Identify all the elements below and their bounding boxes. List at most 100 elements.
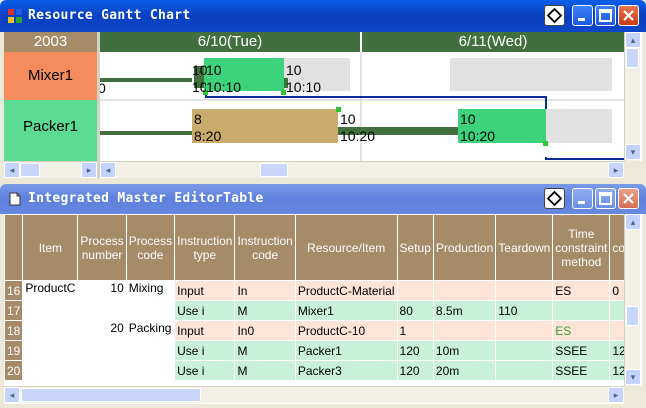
cell-instruction-type[interactable]: Use i: [174, 360, 236, 381]
editor-titlebar[interactable]: Integrated Master EditorTable: [0, 184, 646, 214]
resource-pane-hscrollbar[interactable]: ◂ ▸: [4, 161, 97, 178]
col-header-item[interactable]: Item: [22, 214, 79, 281]
cell-production[interactable]: 8.5m: [432, 300, 497, 321]
cell-teardown[interactable]: [495, 340, 554, 361]
editor-maximize-button[interactable]: [595, 188, 616, 209]
resource-pane-hthumb[interactable]: [20, 163, 40, 177]
col-header-teardown[interactable]: Teardown: [495, 214, 554, 281]
editor-diamond-button[interactable]: [544, 188, 565, 209]
row-number[interactable]: 16: [4, 280, 24, 301]
cell-resource[interactable]: ProductC-10: [294, 320, 398, 341]
cell-tc-min[interactable]: 120;C: [609, 360, 624, 381]
cell-instruction-type[interactable]: Use i: [174, 340, 236, 361]
cell-item[interactable]: ProductC: [22, 280, 79, 381]
editor-minimize-button[interactable]: [572, 188, 593, 209]
table-row[interactable]: 16 ProductC 10 Mixing Input In ProductC-…: [4, 280, 624, 381]
cell-tc-method[interactable]: [552, 300, 611, 321]
cell-instruction-code[interactable]: In0: [234, 320, 296, 341]
cell-resource[interactable]: Packer3: [294, 360, 398, 381]
cell-resource[interactable]: Mixer1: [294, 300, 398, 321]
resource-row-packer1[interactable]: Packer1: [4, 100, 97, 161]
cell-process-code[interactable]: Packing: [125, 320, 176, 381]
row-number[interactable]: 20: [4, 360, 24, 381]
scroll-right-button[interactable]: ▸: [81, 162, 97, 178]
editor-hscrollbar[interactable]: ◂ ▸: [4, 386, 624, 403]
cell-instruction-type[interactable]: Use i: [174, 300, 236, 321]
gantt-hthumb[interactable]: [260, 163, 288, 177]
gantt-hscrollbar[interactable]: ◂ ▸: [100, 161, 624, 178]
cell-tc-min[interactable]: 0: [609, 280, 624, 301]
gantt-vscrollbar[interactable]: ▴ ▾: [624, 32, 641, 161]
editor-close-button[interactable]: [618, 188, 639, 209]
cell-instruction-code[interactable]: M: [234, 360, 296, 381]
diamond-icon: [546, 190, 563, 207]
cell-tc-method[interactable]: ES: [552, 320, 611, 341]
scroll-up-button[interactable]: ▴: [625, 214, 641, 230]
scroll-down-button[interactable]: ▾: [625, 369, 641, 385]
cell-teardown[interactable]: [495, 360, 554, 381]
editor-hthumb[interactable]: [21, 388, 201, 402]
cell-resource[interactable]: ProductC-Material: [294, 280, 398, 301]
cell-process-code[interactable]: Mixing: [125, 280, 176, 321]
cell-instruction-code[interactable]: M: [234, 340, 296, 361]
cell-teardown[interactable]: [495, 320, 554, 341]
cell-instruction-type[interactable]: Input: [174, 320, 236, 341]
size-grip[interactable]: [624, 386, 642, 404]
scroll-right-button[interactable]: ▸: [608, 387, 624, 403]
editor-vscrollbar[interactable]: ▴ ▾: [624, 214, 641, 386]
cell-teardown[interactable]: [495, 280, 554, 301]
col-header-tc-min[interactable]: Time constraint MIN: [609, 214, 624, 281]
col-header-resource-item[interactable]: Resource/Item: [294, 214, 398, 281]
col-header-process-code[interactable]: Process code: [125, 214, 176, 281]
cell-tc-min[interactable]: [609, 320, 624, 341]
col-header-tc-method[interactable]: Time constraint method: [552, 214, 611, 281]
cell-production[interactable]: 20m: [432, 360, 497, 381]
scroll-down-button[interactable]: ▾: [625, 144, 641, 160]
cell-instruction-code[interactable]: In: [234, 280, 296, 301]
cell-process-number[interactable]: 20: [77, 320, 127, 381]
cell-setup[interactable]: [396, 280, 434, 301]
cell-production[interactable]: [432, 280, 497, 301]
resource-row-mixer1[interactable]: Mixer1: [4, 52, 97, 100]
col-header-instruction-code[interactable]: Instruction code: [234, 214, 296, 281]
row-number[interactable]: 17: [4, 300, 24, 321]
gantt-vthumb[interactable]: [626, 48, 639, 68]
scroll-right-button[interactable]: ▸: [608, 162, 624, 178]
size-grip[interactable]: [624, 161, 642, 178]
gantt-maximize-button[interactable]: [595, 5, 616, 26]
cell-production[interactable]: [432, 320, 497, 341]
scroll-left-button[interactable]: ◂: [100, 162, 116, 178]
gantt-minimize-button[interactable]: [572, 5, 593, 26]
col-header-process-number[interactable]: Process number: [77, 214, 127, 281]
gantt-chart-area[interactable]: 6/10(Tue) 6/11(Wed) 0 10 10 10 10:10 10 …: [100, 32, 624, 161]
cell-tc-method[interactable]: SSEE: [552, 360, 611, 381]
cell-setup[interactable]: 1: [396, 320, 434, 341]
cell-setup[interactable]: 120: [396, 340, 434, 361]
scroll-up-button[interactable]: ▴: [625, 32, 641, 48]
col-header-instruction-type[interactable]: Instruction type: [174, 214, 236, 281]
editor-vthumb[interactable]: [626, 306, 639, 326]
row-number[interactable]: 18: [4, 320, 24, 341]
cell-tc-min[interactable]: 120;C: [609, 340, 624, 361]
cell-instruction-type[interactable]: Input: [174, 280, 236, 301]
table-row[interactable]: 18 20 Packing Input In0 ProductC-10 1 ES: [4, 320, 624, 381]
col-header-setup[interactable]: Setup: [396, 214, 434, 281]
cell-production[interactable]: 10m: [432, 340, 497, 361]
cell-resource[interactable]: Packer1: [294, 340, 398, 361]
corner-header[interactable]: [4, 214, 24, 281]
cell-instruction-code[interactable]: M: [234, 300, 296, 321]
scroll-left-button[interactable]: ◂: [4, 387, 20, 403]
cell-setup[interactable]: 80: [396, 300, 434, 321]
gantt-diamond-button[interactable]: [544, 5, 565, 26]
cell-tc-method[interactable]: ES: [552, 280, 611, 301]
cell-tc-method[interactable]: SSEE: [552, 340, 611, 361]
gantt-close-button[interactable]: [618, 5, 639, 26]
row-number[interactable]: 19: [4, 340, 24, 361]
col-header-production[interactable]: Production: [432, 214, 497, 281]
cell-setup[interactable]: 120: [396, 360, 434, 381]
cell-tc-min[interactable]: [609, 300, 624, 321]
cell-teardown[interactable]: 110: [495, 300, 554, 321]
gantt-titlebar[interactable]: Resource Gantt Chart: [0, 0, 646, 32]
cell-process-number[interactable]: 10: [77, 280, 127, 321]
scroll-left-button[interactable]: ◂: [4, 162, 20, 178]
